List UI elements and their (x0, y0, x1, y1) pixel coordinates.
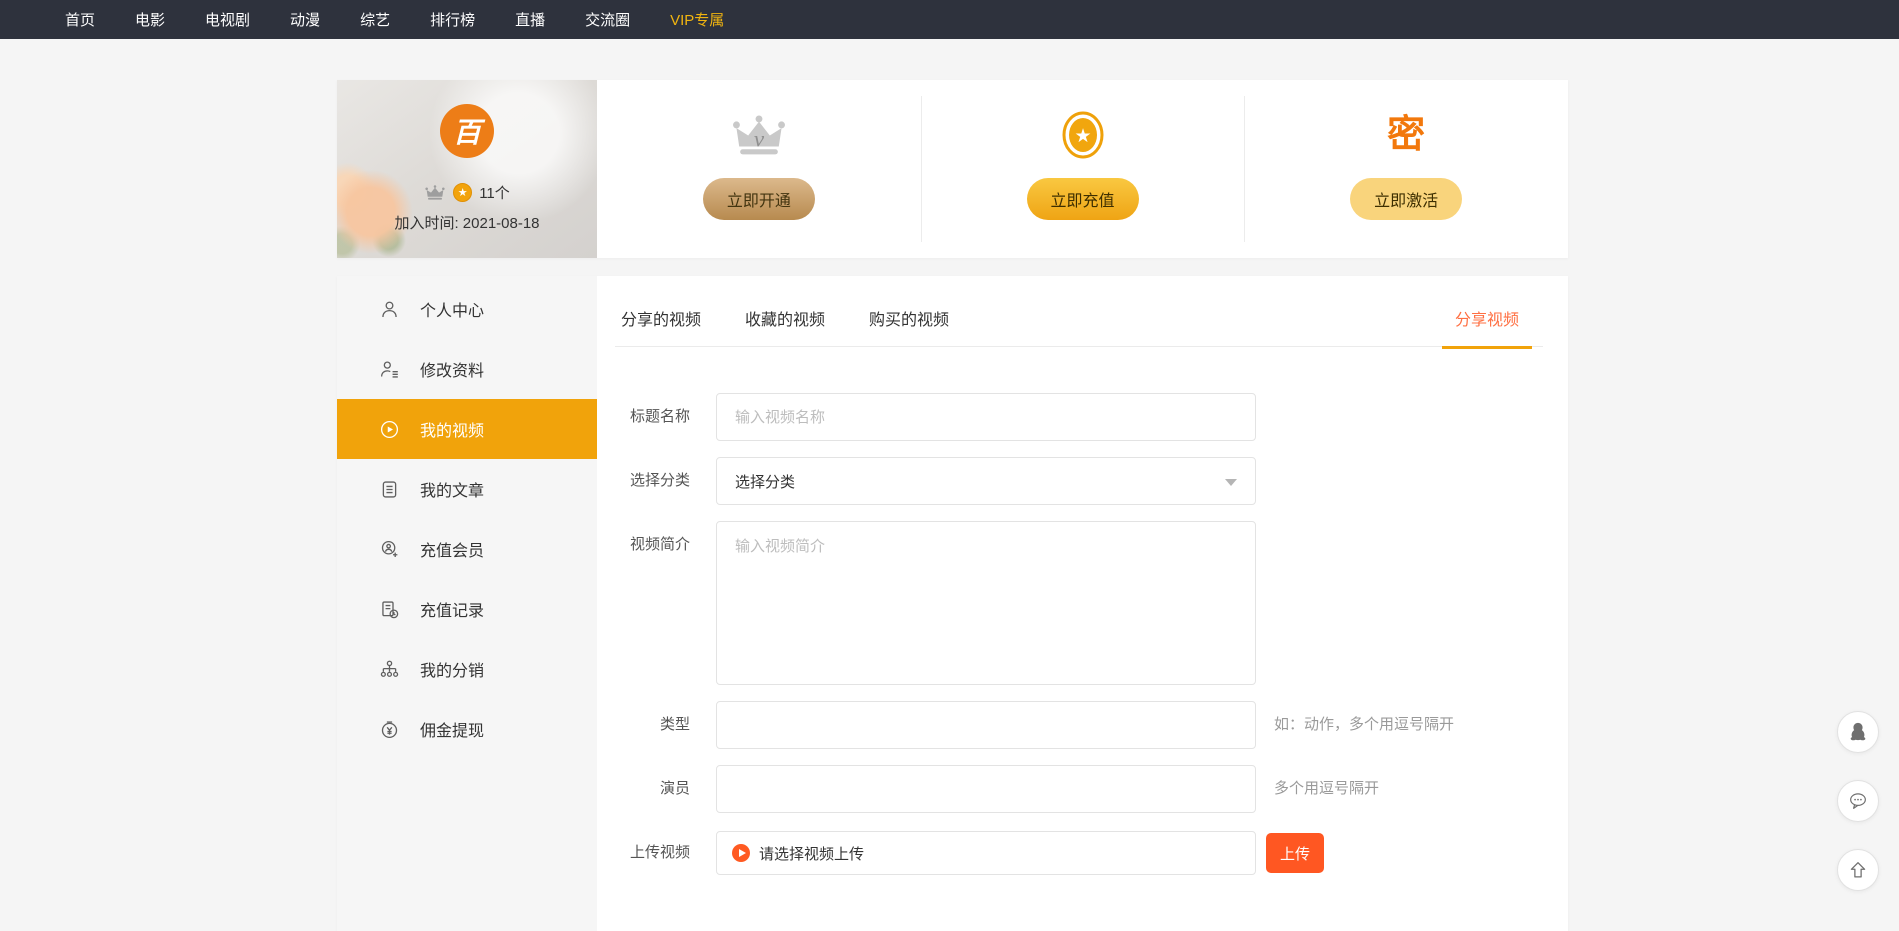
feedback-chat-button[interactable] (1837, 780, 1879, 822)
coin-icon: ★ (453, 183, 472, 202)
secret-badge: 密 (1387, 106, 1425, 164)
title-label: 标题名称 (627, 393, 690, 441)
actors-hint: 多个用逗号隔开 (1274, 765, 1379, 813)
actors-row: 演员 多个用逗号隔开 (597, 765, 1568, 813)
content-area: 分享的视频 收藏的视频 购买的视频 分享视频 标题名称 选择分类 选择分类 视频… (597, 276, 1568, 931)
actors-input[interactable] (716, 765, 1256, 813)
qq-contact-button[interactable] (1837, 711, 1879, 753)
upload-placeholder-text: 请选择视频上传 (759, 843, 864, 864)
upload-row: 上传视频 请选择视频上传 上传 (597, 829, 1568, 877)
qq-penguin-icon (1847, 721, 1869, 743)
sidebar-item-my-distribution[interactable]: 我的分销 (337, 639, 597, 699)
nav-home[interactable]: 首页 (65, 9, 95, 30)
sidebar-item-recharge-records[interactable]: 充值记录 (337, 579, 597, 639)
chat-bubble-icon (1847, 790, 1869, 812)
avatar: 百 (440, 104, 494, 158)
title-row: 标题名称 (597, 393, 1568, 441)
type-row: 类型 如：动作，多个用逗号隔开 (597, 701, 1568, 749)
intro-label: 视频简介 (627, 521, 690, 569)
tab-purchased-videos[interactable]: 购买的视频 (869, 306, 949, 330)
vip-open-section: v 立即开通 (597, 80, 921, 258)
commission-coin-icon (379, 719, 400, 740)
recharge-button[interactable]: 立即充值 (1027, 178, 1139, 220)
intro-row: 视频简介 (597, 521, 1568, 685)
vip-recharge-section: ★ 立即充值 (921, 80, 1245, 258)
nav-variety[interactable]: 综艺 (360, 9, 390, 30)
article-icon (379, 479, 400, 500)
crown-small-icon (424, 184, 446, 201)
open-vip-button[interactable]: 立即开通 (703, 178, 815, 220)
svg-text:v: v (754, 127, 765, 152)
sidebar-item-label: 修改资料 (420, 357, 484, 381)
intro-textarea[interactable] (716, 521, 1256, 685)
category-select[interactable]: 选择分类 (716, 457, 1256, 505)
category-label: 选择分类 (627, 457, 690, 505)
nav-tv-series[interactable]: 电视剧 (205, 9, 250, 30)
sidebar-item-my-articles[interactable]: 我的文章 (337, 459, 597, 519)
member-center-card: 个人中心 修改资料 我的视频 我的文章 充值会员 (337, 276, 1568, 931)
nav-community[interactable]: 交流圈 (585, 9, 630, 30)
sidebar-item-label: 我的视频 (420, 417, 484, 441)
category-selected-value: 选择分类 (735, 471, 795, 492)
video-tabs: 分享的视频 收藏的视频 购买的视频 分享视频 (615, 276, 1543, 347)
join-date: 加入时间: 2021-08-18 (394, 212, 539, 233)
share-video-form: 标题名称 选择分类 选择分类 视频简介 类型 如：动作，多个用逗号隔开 (597, 393, 1568, 931)
type-input[interactable] (716, 701, 1256, 749)
arrow-up-icon (1847, 859, 1869, 881)
person-icon (379, 299, 400, 320)
nav-live[interactable]: 直播 (515, 9, 545, 30)
crown-vip-icon: v (730, 106, 788, 164)
distribution-tree-icon (379, 659, 400, 680)
tab-favorite-videos[interactable]: 收藏的视频 (745, 306, 825, 330)
tab-share-video-active[interactable]: 分享视频 (1455, 306, 1519, 330)
back-to-top-button[interactable] (1837, 849, 1879, 891)
sidebar-item-label: 充值记录 (420, 597, 484, 621)
sidebar-item-label: 个人中心 (420, 297, 484, 321)
coin-count: 11个 (479, 182, 510, 203)
category-row: 选择分类 选择分类 (597, 457, 1568, 505)
vip-activate-section: 密 立即激活 (1244, 80, 1568, 258)
coin-star-icon: ★ (1061, 106, 1105, 164)
title-input[interactable] (716, 393, 1256, 441)
svg-text:★: ★ (1074, 126, 1091, 147)
nav-anime[interactable]: 动漫 (290, 9, 320, 30)
play-icon (732, 844, 750, 862)
type-label: 类型 (627, 701, 690, 749)
nav-ranking[interactable]: 排行榜 (430, 9, 475, 30)
person-edit-icon (379, 359, 400, 380)
upload-button[interactable]: 上传 (1266, 833, 1324, 873)
sidebar-item-my-videos[interactable]: 我的视频 (337, 399, 597, 459)
sidebar-item-recharge-vip[interactable]: 充值会员 (337, 519, 597, 579)
sidebar-item-commission-withdraw[interactable]: 佣金提现 (337, 699, 597, 759)
top-navbar: 首页 电影 电视剧 动漫 综艺 排行榜 直播 交流圈 VIP专属 (0, 0, 1899, 39)
activate-button[interactable]: 立即激活 (1350, 178, 1462, 220)
sidebar: 个人中心 修改资料 我的视频 我的文章 充值会员 (337, 276, 597, 931)
sidebar-item-label: 我的文章 (420, 477, 484, 501)
upload-label: 上传视频 (627, 829, 690, 877)
sidebar-item-edit-profile[interactable]: 修改资料 (337, 339, 597, 399)
sidebar-item-label: 我的分销 (420, 657, 484, 681)
play-circle-icon (379, 419, 400, 440)
sidebar-item-label: 充值会员 (420, 537, 484, 561)
vip-sections: v 立即开通 ★ 立即充值 密 立即激活 (597, 80, 1568, 258)
actors-label: 演员 (627, 765, 690, 813)
profile-panel: 百 ★ 11个 加入时间: 2021-08-18 (337, 80, 597, 258)
nav-movies[interactable]: 电影 (135, 9, 165, 30)
type-hint: 如：动作，多个用逗号隔开 (1274, 701, 1454, 749)
chevron-down-icon (1225, 479, 1237, 486)
sidebar-item-personal-center[interactable]: 个人中心 (337, 279, 597, 339)
upload-file-picker[interactable]: 请选择视频上传 (716, 831, 1256, 875)
tab-shared-videos[interactable]: 分享的视频 (621, 306, 701, 330)
member-add-icon (379, 539, 400, 560)
vip-summary-card: 百 ★ 11个 加入时间: 2021-08-18 v (337, 80, 1568, 258)
sidebar-item-label: 佣金提现 (420, 717, 484, 741)
coin-stats: ★ 11个 (424, 182, 510, 203)
record-list-icon (379, 599, 400, 620)
nav-vip-exclusive[interactable]: VIP专属 (670, 9, 724, 30)
